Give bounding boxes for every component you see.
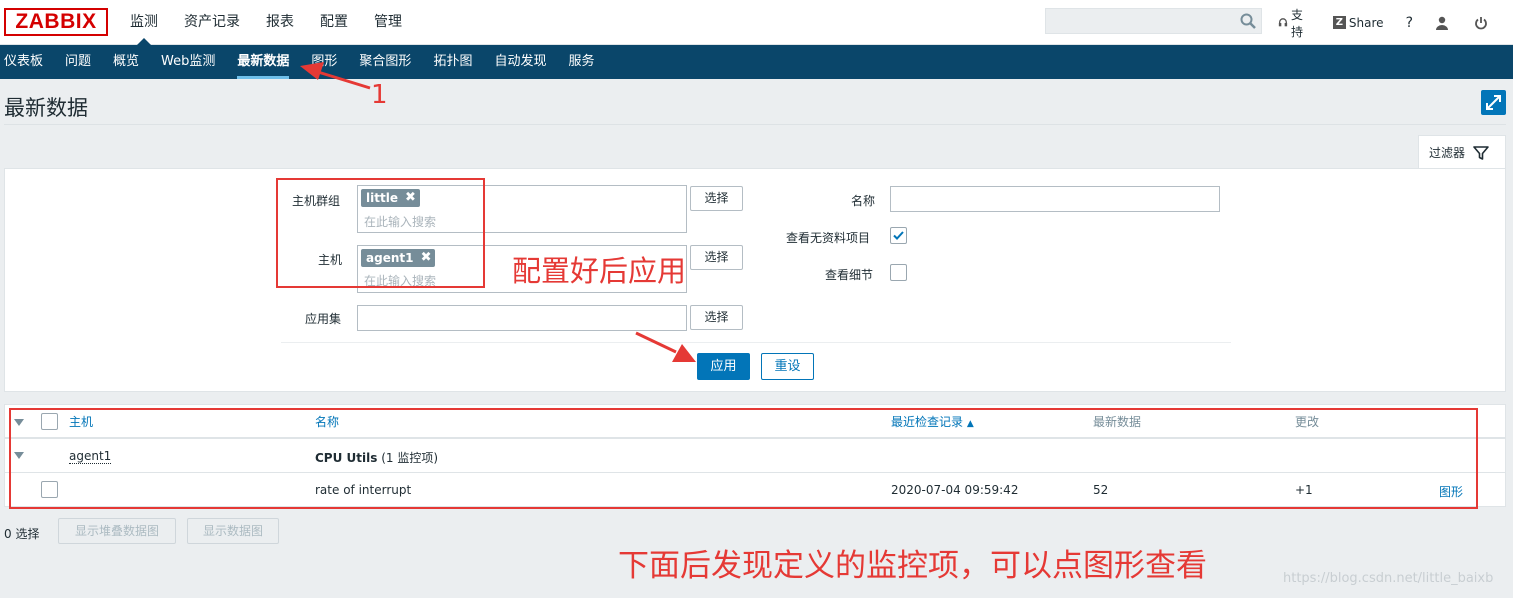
user-icon: [1436, 16, 1448, 30]
top-header: ZABBIX 监测 资产记录 报表 配置 管理 支持 Z Share ?: [0, 0, 1513, 45]
headset-icon: [1278, 17, 1288, 26]
application-select-button[interactable]: 选择: [690, 305, 743, 330]
submenu-services[interactable]: 服务: [557, 45, 605, 79]
menu-administration[interactable]: 管理: [361, 0, 415, 45]
submenu-problems[interactable]: 问题: [54, 45, 102, 79]
menu-reports[interactable]: 报表: [253, 0, 307, 45]
funnel-icon: [1473, 145, 1489, 160]
zabbix-logo[interactable]: ZABBIX: [4, 8, 108, 36]
title-divider: [4, 124, 1506, 125]
config-annotation: 配置好后应用: [512, 254, 687, 288]
help-label: ?: [1405, 14, 1413, 31]
submenu-graphs[interactable]: 图形: [300, 45, 348, 79]
show-details-checkbox[interactable]: [890, 264, 907, 281]
share-label: Share: [1348, 15, 1384, 30]
sub-menu-bar: 仪表板 问题 概览 Web监测 最新数据 图形 聚合图形 拓扑图 自动发现 服务: [0, 45, 1513, 79]
filter-tab-label: 过滤器: [1429, 146, 1466, 160]
host-group-select-button[interactable]: 选择: [690, 186, 743, 211]
selected-count: 0 选择: [4, 527, 40, 541]
name-label: 名称: [851, 194, 876, 208]
filter-annotation-box: [276, 178, 485, 288]
watermark: https://blog.csdn.net/little_baixb: [1283, 571, 1494, 586]
share-link[interactable]: Z Share: [1332, 15, 1384, 30]
power-icon: [1475, 16, 1487, 29]
filter-panel: 主机群组 little ✖ 在此输入搜索 选择 主机 agent1 ✖ 在此输入…: [4, 168, 1506, 392]
submenu-web[interactable]: Web监测: [150, 45, 226, 79]
submenu-discovery[interactable]: 自动发现: [483, 45, 557, 79]
logout-link[interactable]: [1474, 16, 1491, 30]
submenu-latest-data[interactable]: 最新数据: [226, 45, 300, 79]
support-link[interactable]: 支持: [1278, 6, 1311, 40]
submenu-maps[interactable]: 拓扑图: [422, 45, 483, 79]
fullscreen-button[interactable]: [1481, 90, 1506, 115]
show-without-data-checkbox[interactable]: [890, 227, 907, 244]
submenu-screens[interactable]: 聚合图形: [348, 45, 422, 79]
bottom-annotation: 下面后发现定义的监控项，可以点图形查看: [618, 548, 1207, 584]
application-input[interactable]: [357, 305, 687, 331]
filter-tab[interactable]: 过滤器: [1418, 135, 1506, 169]
filter-divider: [281, 342, 1231, 343]
support-label: 支持: [1290, 7, 1303, 39]
application-label: 应用集: [305, 312, 342, 326]
menu-inventory[interactable]: 资产记录: [171, 0, 253, 45]
help-link[interactable]: ?: [1406, 15, 1413, 31]
search-input[interactable]: [1045, 8, 1262, 34]
main-menu: 监测 资产记录 报表 配置 管理: [117, 0, 415, 45]
submenu-dashboard[interactable]: 仪表板: [0, 45, 54, 79]
stacked-graph-button[interactable]: 显示堆叠数据图: [58, 518, 176, 544]
reset-button[interactable]: 重设: [761, 353, 814, 380]
name-input[interactable]: [890, 186, 1220, 212]
menu-monitoring[interactable]: 监测: [117, 0, 171, 45]
expand-icon: [1486, 95, 1501, 110]
checkmark-icon: [893, 231, 904, 240]
search-icon[interactable]: [1239, 12, 1257, 30]
table-annotation-box: [9, 408, 1478, 509]
submenu-overview[interactable]: 概览: [102, 45, 150, 79]
user-profile-link[interactable]: [1435, 16, 1452, 30]
graph-button[interactable]: 显示数据图: [187, 518, 279, 544]
zabbix-share-icon: Z: [1332, 16, 1346, 29]
apply-button[interactable]: 应用: [697, 353, 750, 380]
step-number-annotation: 1: [371, 80, 388, 110]
header-links: 支持 Z Share ?: [1278, 0, 1513, 45]
host-select-button[interactable]: 选择: [690, 245, 743, 270]
show-without-data-label: 查看无资料项目: [786, 231, 871, 245]
show-details-label: 查看细节: [825, 268, 874, 282]
sub-menu: 仪表板 问题 概览 Web监测 最新数据 图形 聚合图形 拓扑图 自动发现 服务: [0, 45, 1513, 79]
menu-configuration[interactable]: 配置: [307, 0, 361, 45]
page-title: 最新数据: [4, 96, 88, 120]
